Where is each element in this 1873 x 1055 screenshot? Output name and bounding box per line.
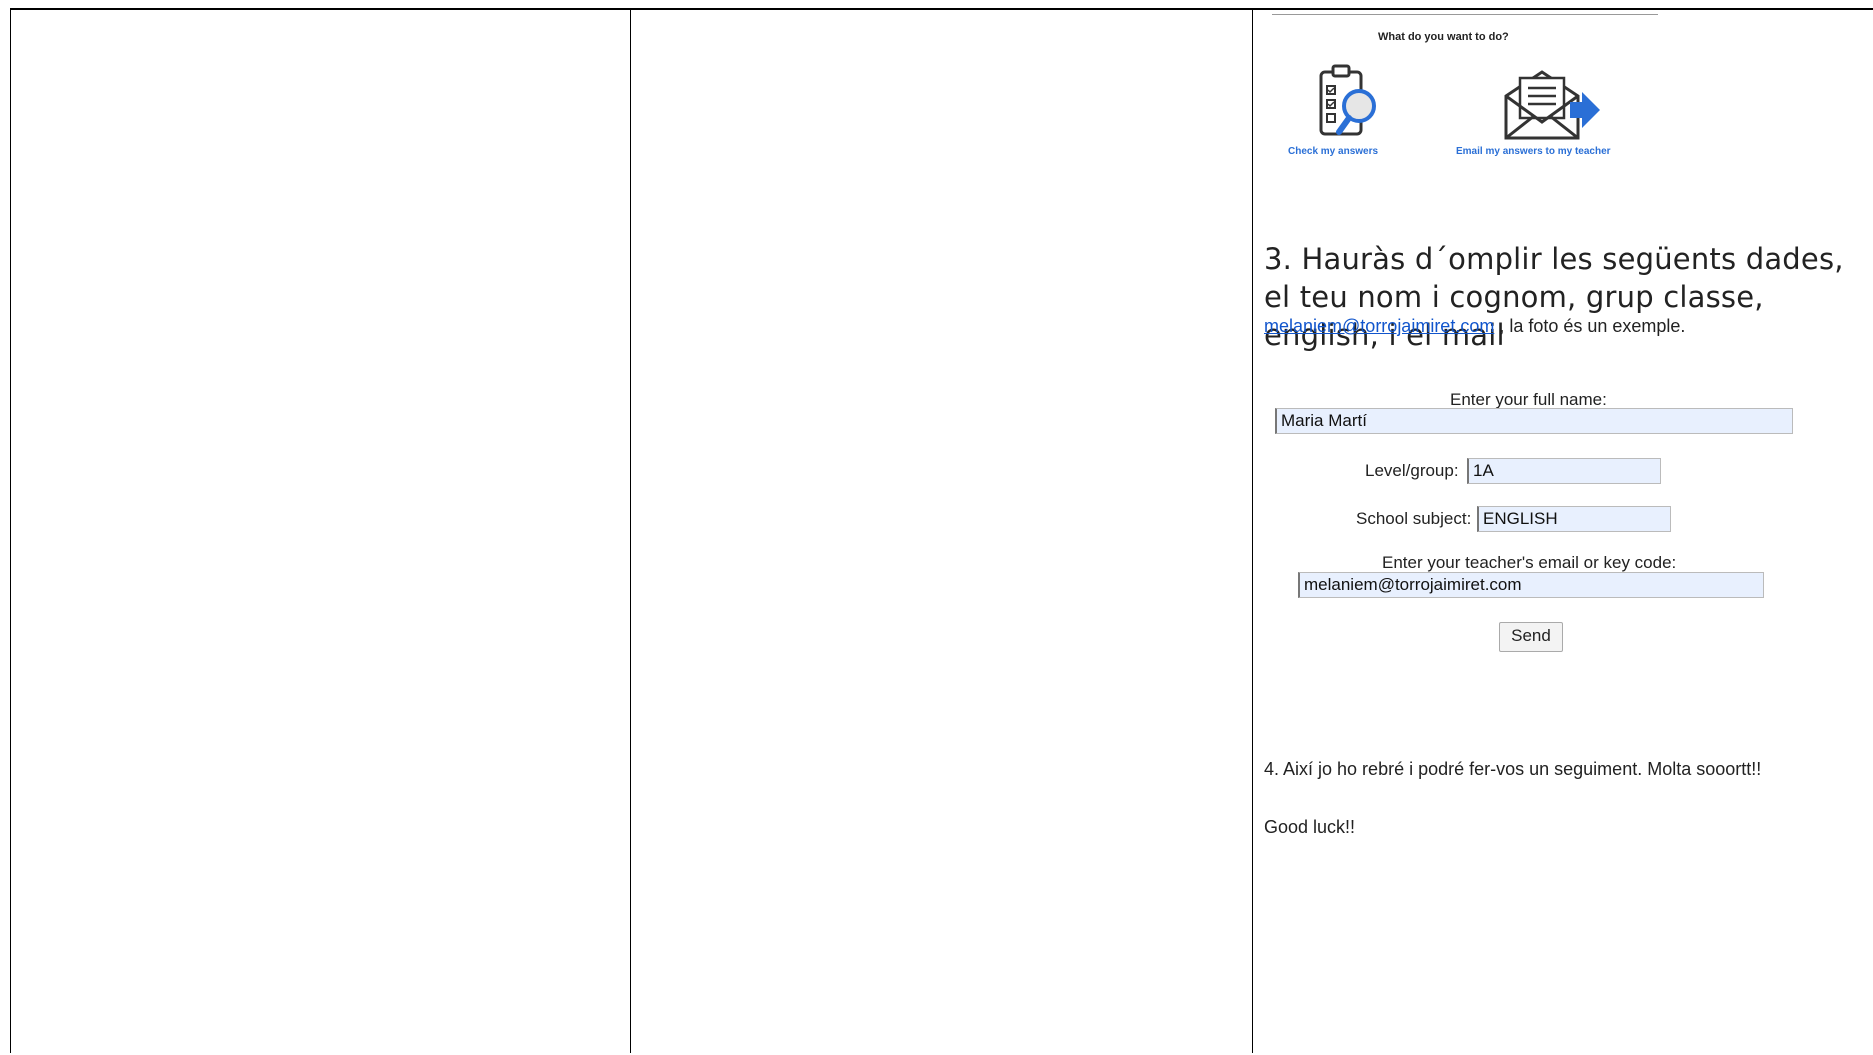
teacher-email-label: Enter your teacher's email or key code: (1382, 553, 1677, 572)
table-divider-1 (630, 8, 631, 1053)
check-answers-link[interactable]: Check my answers (1288, 146, 1378, 157)
instruction-3-email-line: melaniem@torrojaimiret.com , la foto és … (1264, 316, 1685, 337)
screenshot-top-rule (1272, 14, 1658, 15)
teacher-email-field[interactable]: melaniem@torrojaimiret.com (1298, 572, 1764, 598)
instructions-column: What do you want to do? Check my answers… (1252, 10, 1872, 1048)
school-subject-field[interactable]: ENGLISH (1477, 506, 1671, 532)
send-button[interactable]: Send (1499, 622, 1563, 652)
school-subject-label: School subject: (1356, 509, 1472, 528)
instruction-4-text: 4. Així jo ho rebré i podré fer-vos un s… (1264, 759, 1762, 779)
teacher-email-link[interactable]: melaniem@torrojaimiret.com (1264, 316, 1494, 336)
table-border-left (10, 8, 11, 1053)
clipboard-magnifier-icon[interactable] (1317, 62, 1383, 146)
level-group-field[interactable]: 1A (1467, 458, 1661, 484)
level-group-label: Level/group: (1365, 461, 1459, 480)
envelope-send-icon[interactable] (1498, 62, 1602, 146)
instruction-3-suffix: , la foto és un exemple. (1494, 316, 1686, 336)
full-name-field[interactable]: Maria Martí (1275, 408, 1793, 434)
full-name-label: Enter your full name: (1450, 390, 1607, 409)
good-luck-text: Good luck!! (1264, 817, 1356, 837)
screenshot-prompt: What do you want to do? (1378, 31, 1509, 43)
email-answers-link[interactable]: Email my answers to my teacher (1456, 146, 1611, 157)
